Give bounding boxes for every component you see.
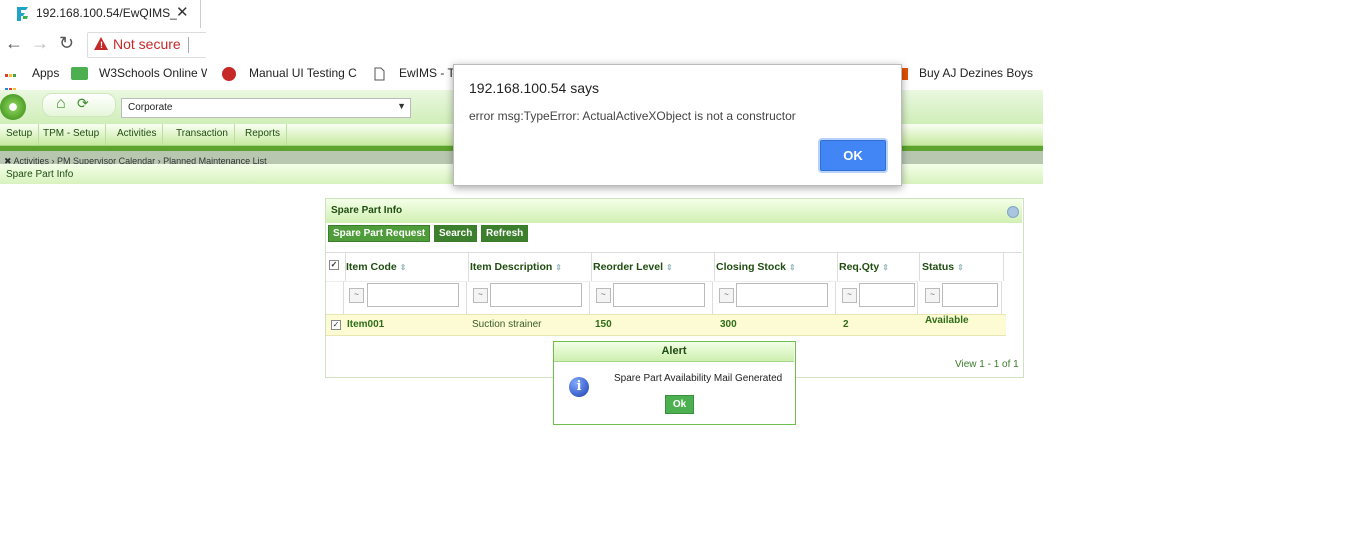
cell-item-code: Item001 (347, 319, 385, 330)
filter-operator-button[interactable]: ~ (596, 288, 611, 303)
cell-item-description: Suction strainer (472, 319, 542, 330)
cell-reorder-level: 150 (595, 319, 612, 330)
filter-operator-button[interactable]: ~ (925, 288, 940, 303)
column-label: Item Code (346, 261, 397, 273)
column-header-closing-stock[interactable]: Closing Stock ⇕ (714, 252, 838, 281)
filter-operator-button[interactable]: ~ (473, 288, 488, 303)
search-button[interactable]: Search (434, 225, 478, 242)
collapse-icon[interactable] (1007, 206, 1019, 218)
cell-status: Available (925, 315, 969, 326)
filter-input-closing-stock[interactable] (736, 283, 828, 307)
filter-input-req-qty[interactable] (859, 283, 915, 307)
bookmark-apps[interactable]: Apps (32, 66, 59, 80)
reload-icon[interactable]: ↻ (59, 33, 74, 54)
column-label: Req.Qty (839, 261, 880, 273)
alert-ok-button[interactable]: Ok (665, 395, 694, 414)
column-label: Reorder Level (593, 261, 664, 273)
alert-title: Alert (661, 345, 687, 357)
address-bar[interactable]: ! Not secure (87, 32, 206, 58)
sort-icon: ⇕ (957, 263, 964, 272)
filter-cell (326, 281, 344, 315)
column-header-status[interactable]: Status ⇕ (920, 252, 1004, 281)
breadcrumb-text[interactable]: ✖ Activities › PM Supervisor Calendar › … (4, 156, 267, 164)
column-label: Item Description (470, 261, 553, 273)
bookmark-manual-ui-testing[interactable]: Manual UI Testing C (249, 66, 359, 80)
column-label: Closing Stock (716, 261, 787, 273)
menu-reports[interactable]: Reports (239, 124, 288, 145)
forward-arrow-icon[interactable]: → (31, 33, 49, 54)
sort-icon: ⇕ (666, 263, 673, 272)
company-logo (0, 94, 26, 120)
company-select-value: Corporate (128, 102, 173, 113)
table-row[interactable] (326, 314, 1006, 336)
menu-setup[interactable]: Setup (0, 124, 40, 145)
menu-tpm-setup[interactable]: TPM - Setup (37, 124, 107, 145)
cell-closing-stock: 300 (720, 319, 737, 330)
dialog-ok-button[interactable]: OK (820, 140, 886, 171)
sort-icon: ⇕ (399, 263, 407, 272)
filter-cell: ~ (837, 281, 918, 315)
page-title: Spare Part Info (6, 169, 74, 180)
back-arrow-icon[interactable]: ← (5, 33, 23, 54)
dialog-message: error msg:TypeError: ActualActiveXObject… (469, 109, 796, 123)
sort-icon: ⇕ (789, 263, 796, 272)
filter-cell: ~ (591, 281, 713, 315)
filter-operator-button[interactable]: ~ (842, 288, 857, 303)
filter-cell: ~ (344, 281, 467, 315)
panel-header (326, 199, 1022, 223)
panel-title: Spare Part Info (331, 205, 403, 216)
filter-input-item-description[interactable] (490, 283, 582, 307)
sort-icon: ⇕ (555, 263, 562, 272)
info-icon: i (569, 377, 589, 397)
apps-grid-icon[interactable] (5, 67, 19, 105)
tab-strip (200, 0, 1347, 28)
menu-transaction[interactable]: Transaction (170, 124, 235, 145)
column-header-req-qty[interactable]: Req.Qty ⇕ (837, 252, 920, 281)
security-label[interactable]: Not secure (113, 36, 181, 52)
alert-message: Spare Part Availability Mail Generated (614, 373, 783, 384)
testing-favicon-icon (222, 67, 236, 81)
cell-req-qty: 2 (843, 319, 849, 330)
column-header-item-code[interactable]: Item Code ⇕ (344, 252, 469, 281)
w3schools-favicon-icon (71, 67, 88, 80)
bookmark-w3schools[interactable]: W3Schools Online W (99, 66, 207, 80)
sort-icon: ⇕ (882, 263, 889, 272)
filter-cell: ~ (468, 281, 590, 315)
bookmark-buy-aj-dezines[interactable]: Buy AJ Dezines Boys (919, 66, 1033, 80)
header-select-cell: ✓ (326, 252, 346, 281)
column-label: Status (922, 261, 955, 273)
home-icon[interactable]: ⌂ (56, 95, 66, 113)
bookmark-ewims[interactable]: EwIMS - T (399, 66, 455, 80)
app-favicon-icon (17, 7, 28, 21)
filter-input-reorder-level[interactable] (613, 283, 705, 307)
company-select[interactable]: Corporate ▼ (121, 98, 411, 118)
browser-tab[interactable]: 192.168.100.54/EwQIMS_ ✕ (0, 0, 201, 28)
menu-activities[interactable]: Activities (111, 124, 164, 145)
filter-input-item-code[interactable] (367, 283, 459, 307)
column-header-item-description[interactable]: Item Description ⇕ (468, 252, 592, 281)
pager-info: View 1 - 1 of 1 (955, 359, 1019, 370)
chevron-down-icon: ▼ (397, 101, 406, 111)
page-icon (374, 67, 385, 81)
refresh-button[interactable]: Refresh (481, 225, 529, 242)
filter-input-status[interactable] (942, 283, 998, 307)
filter-cell: ~ (714, 281, 836, 315)
refresh-icon[interactable]: ⟳ (77, 95, 89, 112)
warning-mark: ! (100, 40, 103, 50)
tab-title: 192.168.100.54/EwQIMS_ (36, 6, 177, 20)
filter-cell: ~ (920, 281, 1002, 315)
dialog-title: 192.168.100.54 says (469, 80, 599, 96)
spare-part-request-button[interactable]: Spare Part Request (328, 225, 431, 242)
select-all-checkbox[interactable]: ✓ (329, 260, 339, 270)
filter-operator-button[interactable]: ~ (349, 288, 364, 303)
filter-operator-button[interactable]: ~ (719, 288, 734, 303)
close-icon[interactable]: ✕ (176, 3, 189, 21)
column-header-reorder-level[interactable]: Reorder Level ⇕ (591, 252, 715, 281)
omnibox-separator (188, 37, 189, 53)
row-checkbox[interactable]: ✓ (331, 320, 341, 330)
